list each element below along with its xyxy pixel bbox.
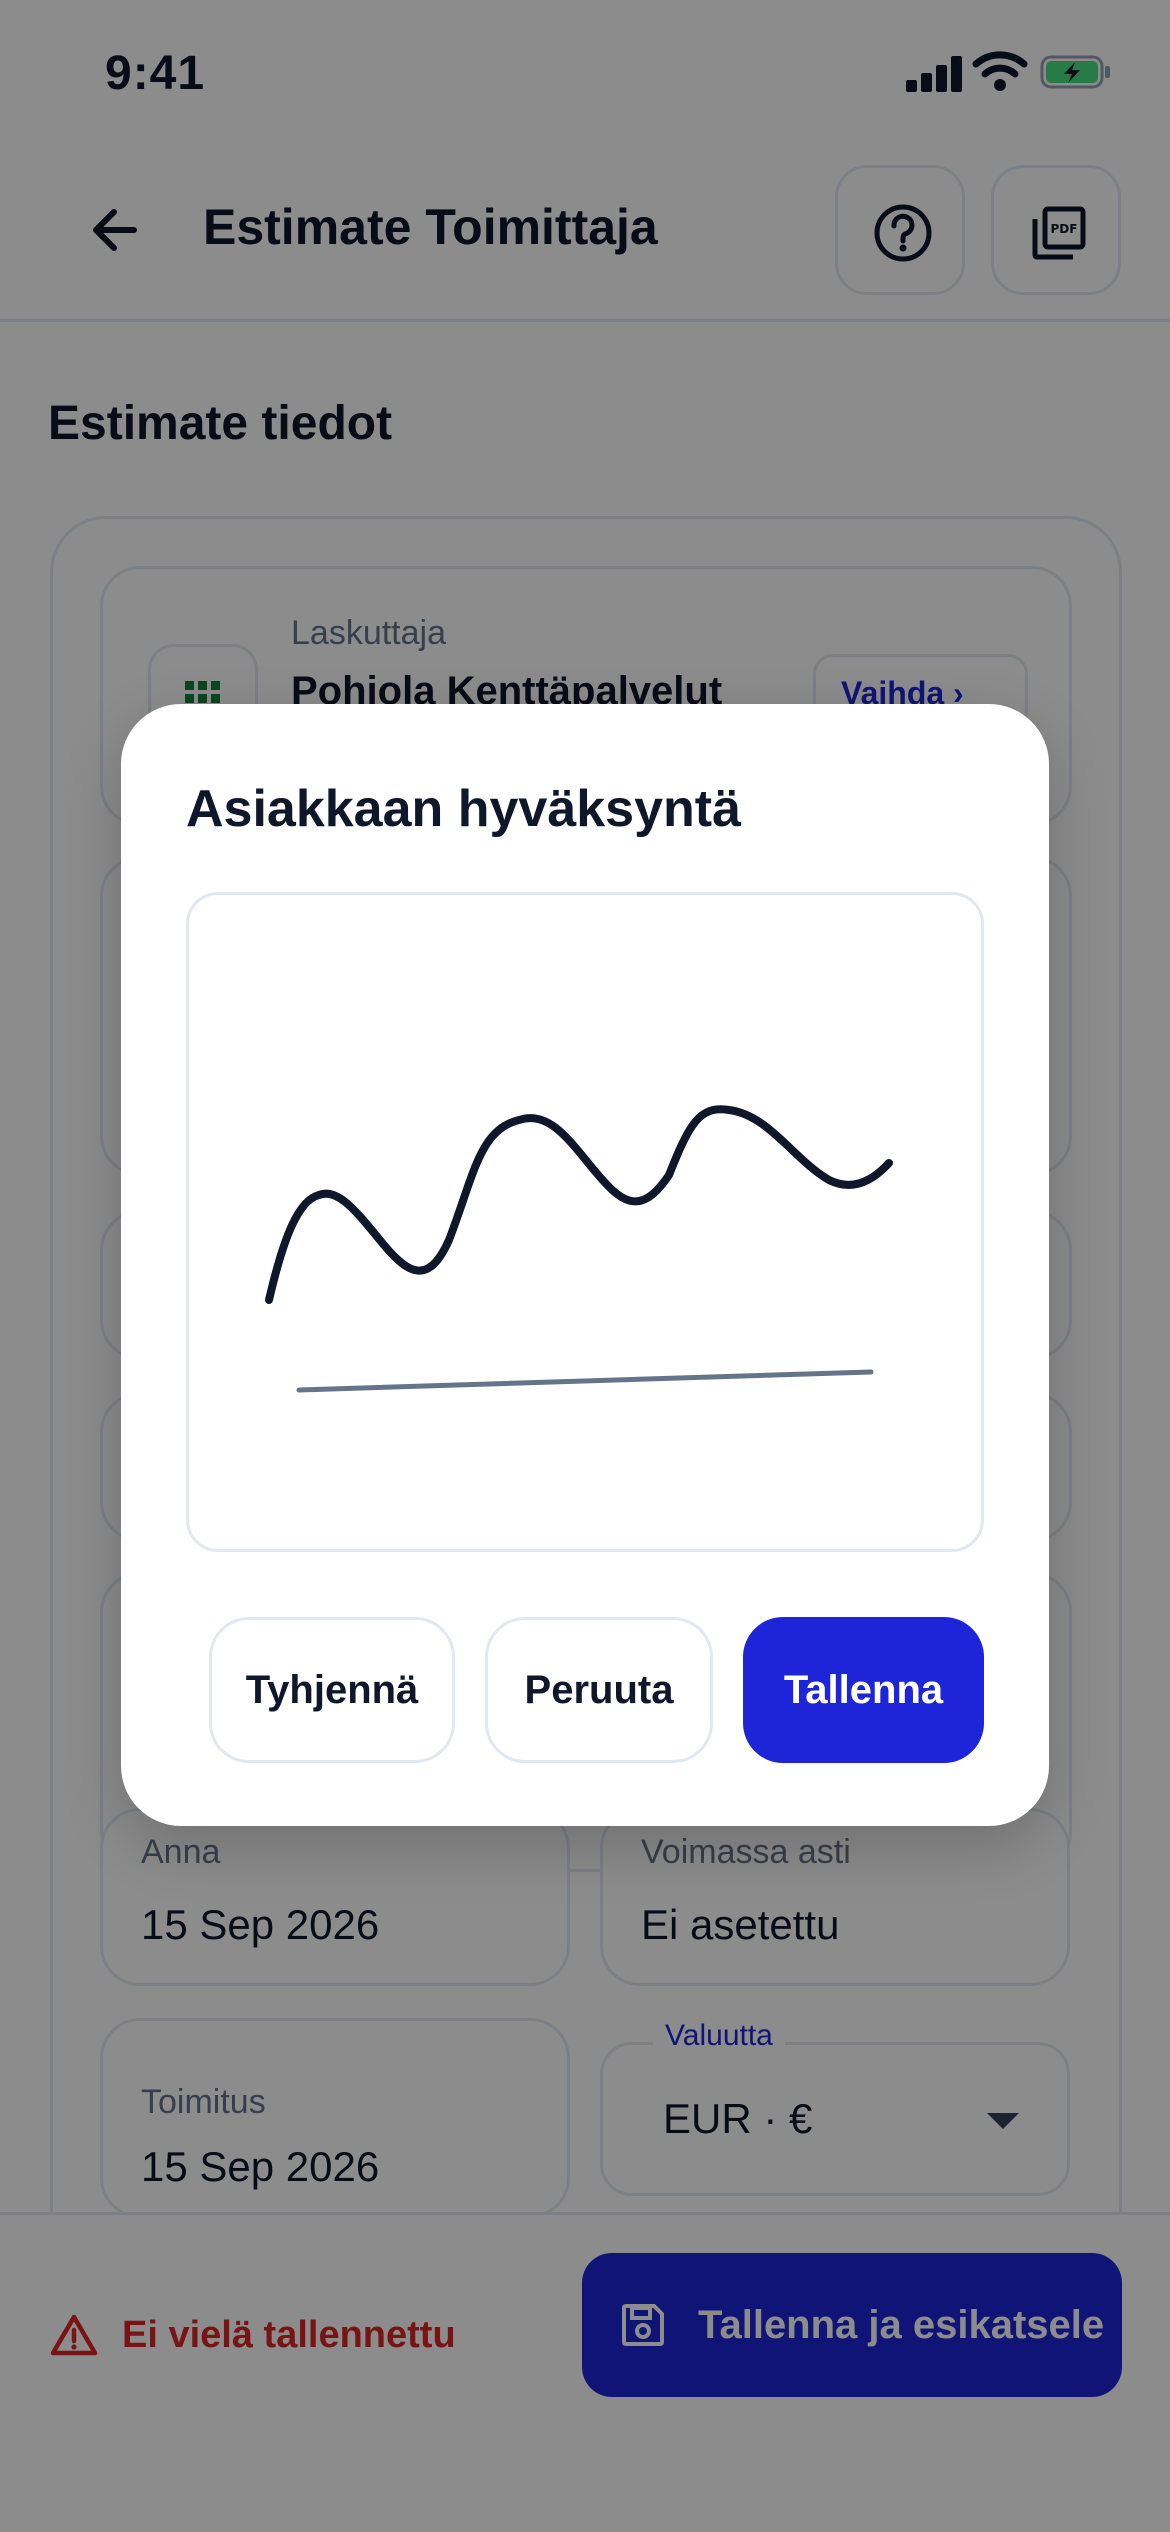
save-button[interactable]: Tallenna [743,1617,984,1763]
cancel-button[interactable]: Peruuta [485,1617,713,1763]
signature-dialog: Asiakkaan hyväksyntä Tyhjennä Peruuta Ta… [121,704,1049,1826]
cancel-label: Peruuta [524,1667,674,1712]
signature-baseline [296,1369,874,1393]
signature-pad[interactable] [186,892,984,1552]
clear-button[interactable]: Tyhjennä [209,1617,455,1763]
dialog-title: Asiakkaan hyväksyntä [186,780,742,838]
clear-label: Tyhjennä [245,1667,419,1712]
save-label: Tallenna [783,1667,944,1712]
signature-stroke [265,1105,893,1304]
